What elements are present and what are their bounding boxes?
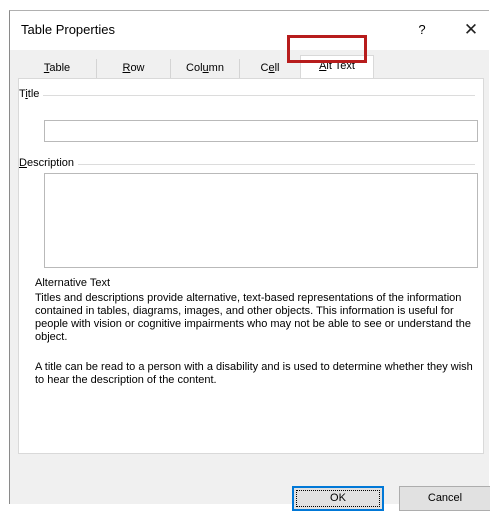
description-textarea[interactable] xyxy=(44,173,478,268)
title-input[interactable] xyxy=(44,120,478,142)
alt-text-panel: Title Description xyxy=(18,78,484,454)
help-paragraph-1: Titles and descriptions provide alternat… xyxy=(35,292,471,343)
description-label: Description xyxy=(19,157,79,169)
help-button[interactable]: ? xyxy=(410,18,434,42)
close-button[interactable]: ✕ xyxy=(458,17,484,43)
alternative-text-heading: Alternative Text xyxy=(35,277,111,289)
title-bar: Table Properties ? ✕ xyxy=(10,11,489,50)
title-label: Title xyxy=(19,88,44,100)
help-paragraph-2: A title can be read to a person with a d… xyxy=(35,361,473,386)
focus-rectangle xyxy=(296,490,380,507)
tab-column[interactable]: Column xyxy=(171,59,240,78)
ok-button[interactable]: OK xyxy=(292,486,384,511)
cancel-button[interactable]: Cancel xyxy=(399,486,490,511)
tab-strip: Table Row Column Cell Alt Text xyxy=(18,55,478,79)
tab-table[interactable]: Table xyxy=(18,59,97,78)
title-group-line xyxy=(19,95,475,96)
description-group-line xyxy=(19,164,475,165)
dialog-title: Table Properties xyxy=(21,22,115,37)
tab-row[interactable]: Row xyxy=(97,59,171,78)
tab-alt-text[interactable]: Alt Text xyxy=(300,55,374,79)
tab-cell[interactable]: Cell xyxy=(240,59,300,78)
table-properties-dialog: Table Properties ? ✕ Table Row Column Ce… xyxy=(9,10,490,511)
